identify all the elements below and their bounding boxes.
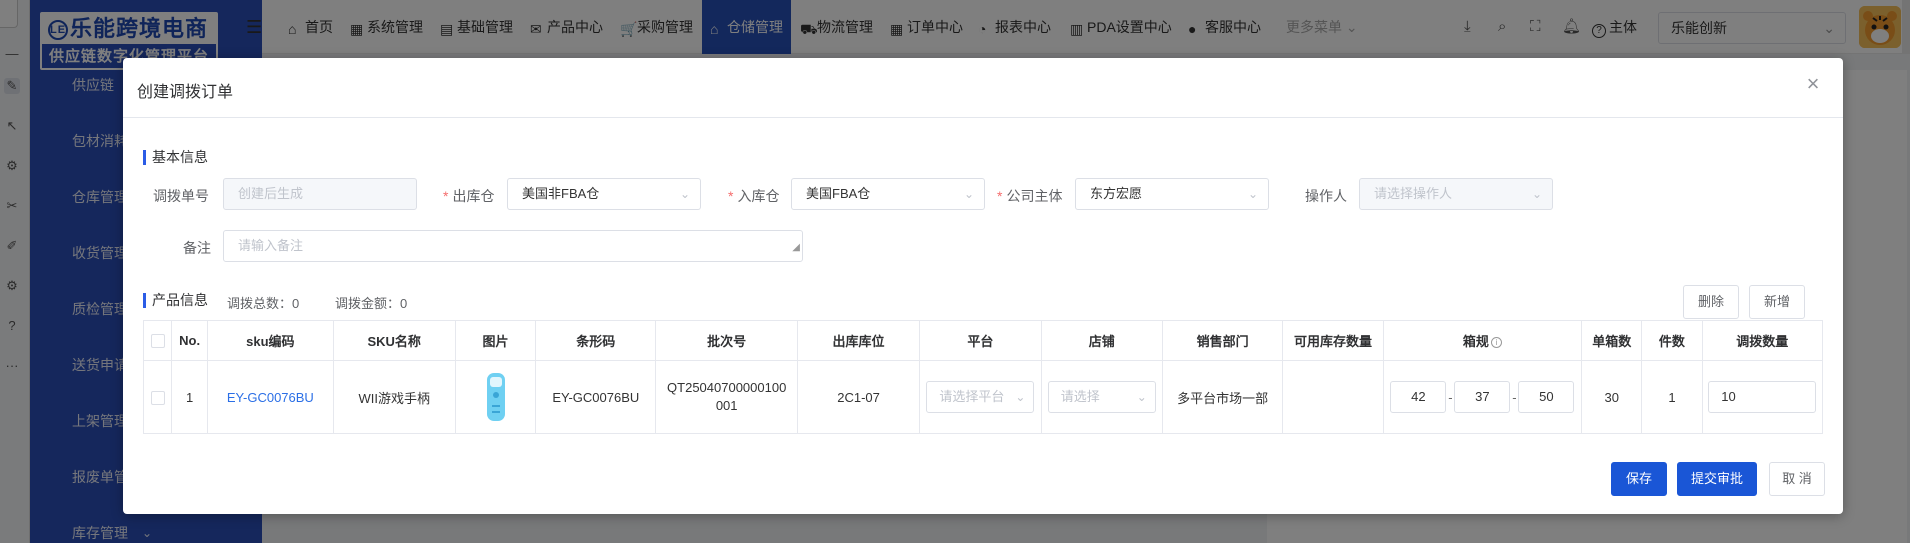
select-all-cell[interactable] bbox=[142, 320, 173, 361]
dialog-title: 创建调拨订单 bbox=[137, 84, 234, 101]
row-no: 1 bbox=[171, 360, 209, 434]
add-button[interactable]: 新增 bbox=[1749, 285, 1805, 319]
total-qty: 调拨总数：0 bbox=[227, 296, 300, 311]
remark-label: 备注 bbox=[183, 240, 211, 256]
col-barcode: 条形码 bbox=[535, 320, 657, 361]
required-mark: * bbox=[997, 188, 1003, 204]
create-transfer-dialog: 创建调拨订单 × 基本信息 调拨单号 创建后生成 * 出库仓 美国非FBA仓 ⌄ *… bbox=[123, 58, 1843, 514]
product-thumbnail[interactable] bbox=[484, 371, 508, 423]
col-sku: sku编码 bbox=[207, 320, 334, 361]
transfer-qty-input[interactable]: 10 bbox=[1708, 381, 1817, 413]
col-platform: 平台 bbox=[919, 320, 1042, 361]
box-width-input[interactable]: 37 bbox=[1454, 381, 1511, 413]
order-no-input: 创建后生成 bbox=[223, 178, 417, 210]
close-icon[interactable]: × bbox=[1801, 72, 1825, 96]
app-root: — ✎ ↖ ⚙ ✂ ✐ ⚙ ? ··· LE乐能跨境电商 供应链数字化管理平台 … bbox=[0, 0, 1910, 543]
row-sku-name: WII游戏手柄 bbox=[332, 360, 456, 434]
col-available: 可用库存数量 bbox=[1282, 320, 1384, 361]
chevron-down-icon: ⌄ bbox=[679, 187, 690, 201]
out-warehouse-label: * 出库仓 bbox=[443, 188, 495, 204]
col-batch: 批次号 bbox=[655, 320, 798, 361]
chevron-down-icon: ⌄ bbox=[963, 187, 974, 201]
row-select-cell[interactable] bbox=[142, 360, 173, 434]
resize-handle-icon[interactable]: ◢ bbox=[792, 233, 800, 261]
box-height-input[interactable]: 50 bbox=[1518, 381, 1575, 413]
sku-link[interactable]: EY-GC0076BU bbox=[227, 390, 314, 405]
required-mark: * bbox=[443, 188, 449, 204]
row-dept: 多平台市场一部 bbox=[1161, 360, 1284, 434]
col-pieces: 件数 bbox=[1641, 320, 1703, 361]
col-per-box: 单箱数 bbox=[1581, 320, 1643, 361]
operator-select[interactable]: 请选择操作人 ⌄ bbox=[1359, 178, 1553, 210]
info-icon[interactable]: i bbox=[1490, 337, 1502, 348]
company-select[interactable]: 东方宏愿 ⌄ bbox=[1075, 178, 1269, 210]
shop-select[interactable]: 请选择 ⌄ bbox=[1047, 381, 1156, 413]
row-barcode: EY-GC0076BU bbox=[535, 360, 657, 434]
cancel-button[interactable]: 取 消 bbox=[1769, 462, 1825, 496]
row-available bbox=[1282, 360, 1384, 434]
select-all-checkbox[interactable] bbox=[150, 334, 165, 349]
order-no-label: 调拨单号 bbox=[153, 188, 209, 204]
row-checkbox[interactable] bbox=[150, 390, 165, 405]
save-button[interactable]: 保存 bbox=[1611, 462, 1667, 496]
submit-approval-button[interactable]: 提交审批 bbox=[1677, 462, 1757, 496]
basic-info-title: 基本信息 bbox=[143, 150, 208, 165]
col-shop: 店铺 bbox=[1040, 320, 1163, 361]
row-image bbox=[454, 360, 537, 434]
row-shop: 请选择 ⌄ bbox=[1040, 360, 1163, 434]
table-header-row: No. sku编码 SKU名称 图片 条形码 批次号 出库库位 平台 店铺 销售… bbox=[142, 320, 1824, 361]
chevron-down-icon: ⌄ bbox=[1136, 390, 1147, 404]
row-location: 2C1-07 bbox=[796, 360, 921, 434]
platform-select[interactable]: 请选择平台 ⌄ bbox=[926, 381, 1035, 413]
col-sku-name: SKU名称 bbox=[332, 320, 456, 361]
separator: - bbox=[1512, 389, 1517, 405]
col-image: 图片 bbox=[454, 320, 537, 361]
col-no: No. bbox=[171, 320, 209, 361]
row-platform: 请选择平台 ⌄ bbox=[919, 360, 1042, 434]
chevron-down-icon: ⌄ bbox=[1531, 187, 1542, 201]
operator-label: 操作人 bbox=[1305, 188, 1347, 204]
company-label: * 公司主体 bbox=[997, 188, 1063, 204]
table-row: 1 EY-GC0076BU WII游戏手柄 EY-GC0076BU QT2504… bbox=[142, 360, 1824, 434]
product-table: No. sku编码 SKU名称 图片 条形码 批次号 出库库位 平台 店铺 销售… bbox=[142, 320, 1824, 434]
row-sku: EY-GC0076BU bbox=[207, 360, 334, 434]
row-box-spec: 42-37-50 bbox=[1382, 360, 1583, 434]
delete-button[interactable]: 删除 bbox=[1683, 285, 1739, 319]
box-length-input[interactable]: 42 bbox=[1390, 381, 1447, 413]
in-warehouse-select[interactable]: 美国FBA仓 ⌄ bbox=[791, 178, 985, 210]
col-transfer-qty: 调拨数量 bbox=[1701, 320, 1824, 361]
col-location: 出库库位 bbox=[796, 320, 921, 361]
chevron-down-icon: ⌄ bbox=[1015, 390, 1026, 404]
controller-image-icon bbox=[486, 373, 505, 421]
required-mark: * bbox=[728, 188, 734, 204]
dialog-header: 创建调拨订单 × bbox=[123, 58, 1843, 118]
chevron-down-icon: ⌄ bbox=[1247, 187, 1258, 201]
remark-textarea[interactable]: 请输入备注 ◢ bbox=[223, 230, 803, 262]
separator: - bbox=[1448, 389, 1453, 405]
total-amount: 调拨金额：0 bbox=[335, 296, 408, 311]
col-dept: 销售部门 bbox=[1161, 320, 1284, 361]
in-warehouse-label: * 入库仓 bbox=[728, 188, 780, 204]
row-per-box: 30 bbox=[1581, 360, 1643, 434]
product-info-title: 产品信息 bbox=[143, 293, 208, 308]
col-box-spec: 箱规 i bbox=[1382, 320, 1583, 361]
out-warehouse-select[interactable]: 美国非FBA仓 ⌄ bbox=[507, 178, 701, 210]
row-pieces: 1 bbox=[1641, 360, 1703, 434]
row-batch: QT25040700000100001 bbox=[655, 360, 798, 434]
row-transfer-qty: 10 bbox=[1701, 360, 1824, 434]
